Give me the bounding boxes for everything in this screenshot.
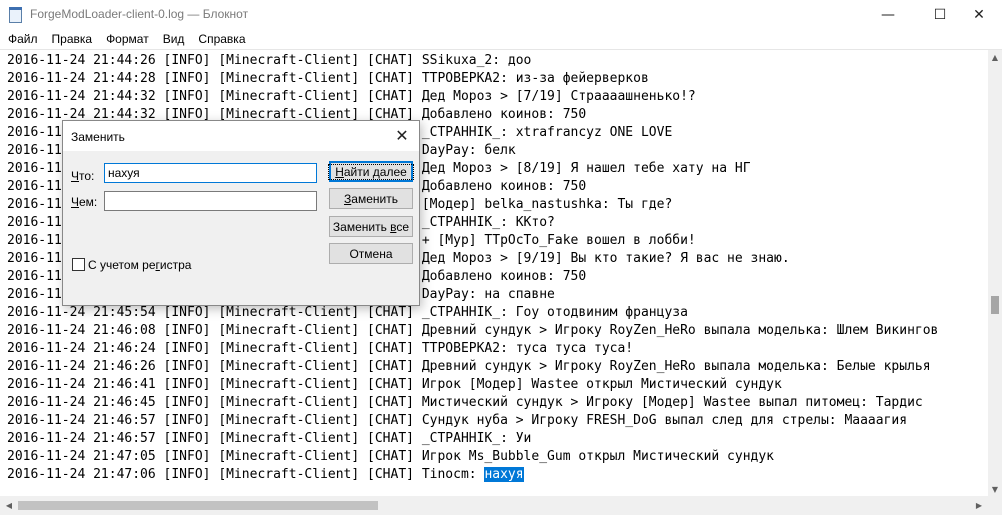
- selected-text: нахуя: [484, 467, 524, 482]
- replace-with-input[interactable]: [104, 191, 317, 211]
- log-line-text: 2016-11-24 21:46:45 [INFO] [Minecraft-Cl…: [7, 395, 923, 410]
- close-button[interactable]: ✕: [956, 0, 1002, 30]
- menu-edit[interactable]: Правка: [45, 30, 100, 49]
- log-line: 2016-11-24 21:46:08 [INFO] [Minecraft-Cl…: [7, 322, 938, 340]
- match-case-pre: С учетом ре: [88, 258, 156, 272]
- log-line: 2016-11-24 21:46:45 [INFO] [Minecraft-Cl…: [7, 394, 923, 412]
- find-what-input[interactable]: [104, 163, 317, 183]
- replace-all-post: се: [396, 219, 410, 234]
- match-case-post: истра: [159, 258, 192, 272]
- replace-label-text: ем:: [79, 195, 98, 209]
- log-line: 2016-11-24 21:45:54 [INFO] [Minecraft-Cl…: [7, 304, 688, 322]
- replace-text: аменить: [351, 191, 398, 206]
- scroll-left-icon[interactable]: ◀: [2, 498, 16, 512]
- log-line: 2016-11-24 21:47:05 [INFO] [Minecraft-Cl…: [7, 448, 774, 466]
- scroll-right-icon[interactable]: ▶: [972, 498, 986, 512]
- replace-label-hotkey: Ч: [71, 195, 79, 209]
- log-line: 2016-11-24 21:46:57 [INFO] [Minecraft-Cl…: [7, 430, 531, 448]
- cancel-button[interactable]: Отмена: [329, 243, 413, 264]
- window-title: ForgeModLoader-client-0.log — Блокнот: [30, 7, 249, 21]
- dialog-close-icon[interactable]: ✕: [391, 126, 413, 146]
- find-next-hotkey: Н: [335, 164, 344, 179]
- replace-with-label: Чем:: [71, 195, 97, 209]
- match-case-label[interactable]: С учетом регистра: [88, 258, 191, 272]
- log-line-text: 2016-11-24 21:46:57 [INFO] [Minecraft-Cl…: [7, 413, 908, 428]
- log-line-text: 2016-11-24 21:44:32 [INFO] [Minecraft-Cl…: [7, 89, 696, 104]
- horizontal-scroll-thumb[interactable]: [18, 501, 378, 510]
- log-line: 2016-11-24 21:46:57 [INFO] [Minecraft-Cl…: [7, 412, 907, 430]
- log-line-text: 2016-11-24 21:46:08 [INFO] [Minecraft-Cl…: [7, 323, 939, 338]
- menu-bar: Файл Правка Формат Вид Справка: [0, 30, 1002, 50]
- dialog-title: Заменить: [71, 130, 125, 144]
- replace-dialog: Заменить ✕ Что: Чем: Найти далее Заменит…: [62, 120, 420, 306]
- scroll-down-icon[interactable]: ▼: [988, 482, 1002, 496]
- log-line-text: 2016-11-24 21:46:57 [INFO] [Minecraft-Cl…: [7, 431, 532, 446]
- find-next-text: айти далее: [343, 164, 407, 179]
- find-what-label: Что:: [71, 169, 94, 183]
- log-line-text: 2016-11-24 21:47:06 [INFO] [Minecraft-Cl…: [7, 467, 485, 482]
- scroll-up-icon[interactable]: ▲: [988, 50, 1002, 64]
- scrollbar-corner: [988, 496, 1002, 515]
- find-label-text: то:: [79, 169, 95, 183]
- menu-help[interactable]: Справка: [191, 30, 252, 49]
- log-line-text: 2016-11-24 21:44:28 [INFO] [Minecraft-Cl…: [7, 71, 649, 86]
- replace-all-button[interactable]: Заменить все: [329, 216, 413, 237]
- log-line: 2016-11-24 21:46:24 [INFO] [Minecraft-Cl…: [7, 340, 633, 358]
- log-line: 2016-11-24 21:46:26 [INFO] [Minecraft-Cl…: [7, 358, 931, 376]
- log-line: 2016-11-24 21:44:26 [INFO] [Minecraft-Cl…: [7, 52, 531, 70]
- find-label-hotkey: Ч: [71, 169, 79, 183]
- match-case-checkbox[interactable]: [72, 258, 85, 271]
- menu-format[interactable]: Формат: [99, 30, 156, 49]
- minimize-button[interactable]: —: [865, 0, 911, 30]
- vertical-scroll-thumb[interactable]: [991, 296, 999, 314]
- title-bar: ForgeModLoader-client-0.log — Блокнот — …: [0, 0, 1002, 30]
- log-line: 2016-11-24 21:46:41 [INFO] [Minecraft-Cl…: [7, 376, 782, 394]
- horizontal-scrollbar[interactable]: ◀ ▶: [0, 496, 988, 515]
- log-line-text: 2016-11-24 21:46:26 [INFO] [Minecraft-Cl…: [7, 359, 931, 374]
- menu-view[interactable]: Вид: [156, 30, 192, 49]
- log-line: 2016-11-24 21:47:06 [INFO] [Minecraft-Cl…: [7, 466, 524, 484]
- log-line-text: 2016-11-24 21:47:05 [INFO] [Minecraft-Cl…: [7, 449, 775, 464]
- log-line: 2016-11-24 21:44:28 [INFO] [Minecraft-Cl…: [7, 70, 649, 88]
- menu-file[interactable]: Файл: [0, 30, 45, 49]
- log-line: 2016-11-24 21:44:32 [INFO] [Minecraft-Cl…: [7, 88, 696, 106]
- notepad-icon: [9, 7, 22, 23]
- log-line-text: 2016-11-24 21:46:24 [INFO] [Minecraft-Cl…: [7, 341, 634, 356]
- find-next-button[interactable]: Найти далее: [328, 161, 414, 182]
- log-line-text: 2016-11-24 21:46:41 [INFO] [Minecraft-Cl…: [7, 377, 782, 392]
- replace-all-pre: Заменить: [332, 219, 391, 234]
- dialog-title-bar: Заменить ✕: [63, 121, 419, 151]
- log-line-text: 2016-11-24 21:45:54 [INFO] [Minecraft-Cl…: [7, 305, 688, 320]
- vertical-scrollbar[interactable]: ▲ ▼: [988, 50, 1002, 496]
- log-line-text: 2016-11-24 21:44:26 [INFO] [Minecraft-Cl…: [7, 53, 532, 68]
- replace-button[interactable]: Заменить: [329, 188, 413, 209]
